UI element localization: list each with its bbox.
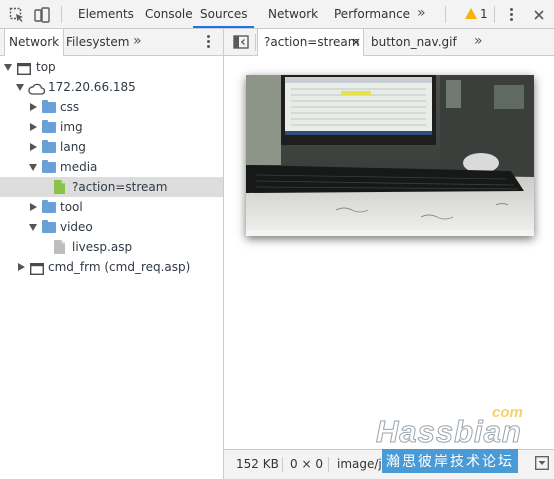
settings-kebab-icon[interactable] — [503, 7, 519, 23]
tree-item-tool[interactable]: tool — [0, 197, 223, 217]
status-divider — [282, 457, 283, 472]
tree-item-lang[interactable]: lang — [0, 137, 223, 157]
editor-tabs: ?action=stream × button_nav.gif » — [224, 29, 554, 56]
navigator-tabs: Network Filesystem » — [0, 29, 223, 56]
more-tabs-icon[interactable]: » — [417, 5, 426, 21]
toolbar-divider — [494, 6, 495, 23]
tab-network[interactable]: Network — [268, 0, 318, 28]
more-tabs-icon[interactable]: » — [474, 33, 483, 49]
expand-arrow-icon[interactable] — [4, 64, 12, 71]
warning-count: 1 — [480, 7, 488, 21]
folder-icon — [42, 140, 56, 153]
tab-console[interactable]: Console — [145, 0, 193, 28]
tree-item-livesp[interactable]: livesp.asp — [0, 237, 223, 257]
tree-item-label: tool — [60, 200, 83, 214]
tree-item-label: media — [60, 160, 98, 174]
tab-sources[interactable]: Sources — [193, 0, 255, 28]
image-file-icon — [54, 180, 65, 194]
tree-item-cmd-frm[interactable]: cmd_frm (cmd_req.asp) — [0, 257, 223, 277]
image-dimensions: 0 × 0 — [290, 457, 323, 471]
tree-item-label: cmd_frm (cmd_req.asp) — [48, 260, 191, 274]
device-toggle-icon[interactable] — [34, 7, 50, 23]
collapse-arrow-icon[interactable] — [30, 103, 37, 111]
tree-item-css[interactable]: css — [0, 97, 223, 117]
folder-icon — [42, 160, 56, 173]
collapse-arrow-icon[interactable] — [30, 203, 37, 211]
tree-item-label: lang — [60, 140, 86, 154]
collapse-arrow-icon[interactable] — [18, 263, 25, 271]
collapse-arrow-icon[interactable] — [30, 143, 37, 151]
stream-snapshot-image — [246, 75, 534, 236]
tab-stream-file[interactable]: ?action=stream × — [257, 29, 364, 56]
tree-item-label: css — [60, 100, 80, 114]
tree-item-host[interactable]: 172.20.66.185 — [0, 77, 223, 97]
folder-icon — [42, 120, 56, 133]
folder-icon — [42, 200, 56, 213]
tree-item-label: livesp.asp — [72, 240, 133, 254]
tab-network-sources[interactable]: Network — [4, 29, 65, 56]
toolbar-divider — [61, 6, 62, 23]
warning-icon — [465, 8, 477, 19]
devtools-toolbar: Elements Console Sources Network Perform… — [0, 0, 554, 29]
watermark: com Hassbian 瀚思彼岸技术论坛 — [370, 404, 554, 474]
expand-arrow-icon[interactable] — [29, 224, 37, 231]
tab-button-nav[interactable]: button_nav.gif — [365, 29, 457, 55]
folder-icon — [42, 100, 56, 113]
tab-filesystem[interactable]: Filesystem — [62, 29, 133, 55]
navigator-menu-icon[interactable] — [200, 34, 216, 50]
tree-item-top[interactable]: top — [0, 57, 223, 77]
toggle-navigator-icon[interactable] — [233, 34, 249, 50]
tree-item-label: video — [60, 220, 93, 234]
image-size: 152 KB — [236, 457, 279, 471]
watermark-subtitle: 瀚思彼岸技术论坛 — [382, 449, 518, 473]
watermark-brand: Hassbian — [376, 414, 522, 450]
tree-item-img[interactable]: img — [0, 117, 223, 137]
status-divider — [328, 457, 329, 472]
close-tab-icon[interactable]: × — [351, 29, 361, 56]
close-icon[interactable] — [531, 7, 547, 23]
warnings-counter[interactable]: 1 — [465, 6, 488, 22]
folder-icon — [42, 220, 56, 233]
toolbar-divider — [445, 6, 446, 23]
inspect-icon[interactable] — [9, 7, 25, 23]
tree-item-stream[interactable]: ?action=stream — [0, 177, 223, 197]
more-tabs-icon[interactable]: » — [133, 33, 142, 49]
expand-arrow-icon[interactable] — [16, 84, 24, 91]
expand-arrow-icon[interactable] — [29, 164, 37, 171]
tree-item-label: 172.20.66.185 — [48, 80, 136, 94]
tab-elements[interactable]: Elements — [78, 0, 134, 28]
sources-navigator: Network Filesystem » top 172.20.66.185 c… — [0, 29, 224, 479]
tree-item-label: top — [36, 60, 56, 74]
document-file-icon — [54, 240, 65, 254]
tree-item-video[interactable]: video — [0, 217, 223, 237]
collapse-arrow-icon[interactable] — [30, 123, 37, 131]
tabs-divider — [255, 34, 256, 51]
tab-label: ?action=stream — [264, 35, 360, 49]
tab-performance[interactable]: Performance — [334, 0, 410, 28]
frame-icon — [29, 261, 45, 281]
tree-item-label: ?action=stream — [72, 180, 168, 194]
tree-item-label: img — [60, 120, 83, 134]
tree-item-media[interactable]: media — [0, 157, 223, 177]
